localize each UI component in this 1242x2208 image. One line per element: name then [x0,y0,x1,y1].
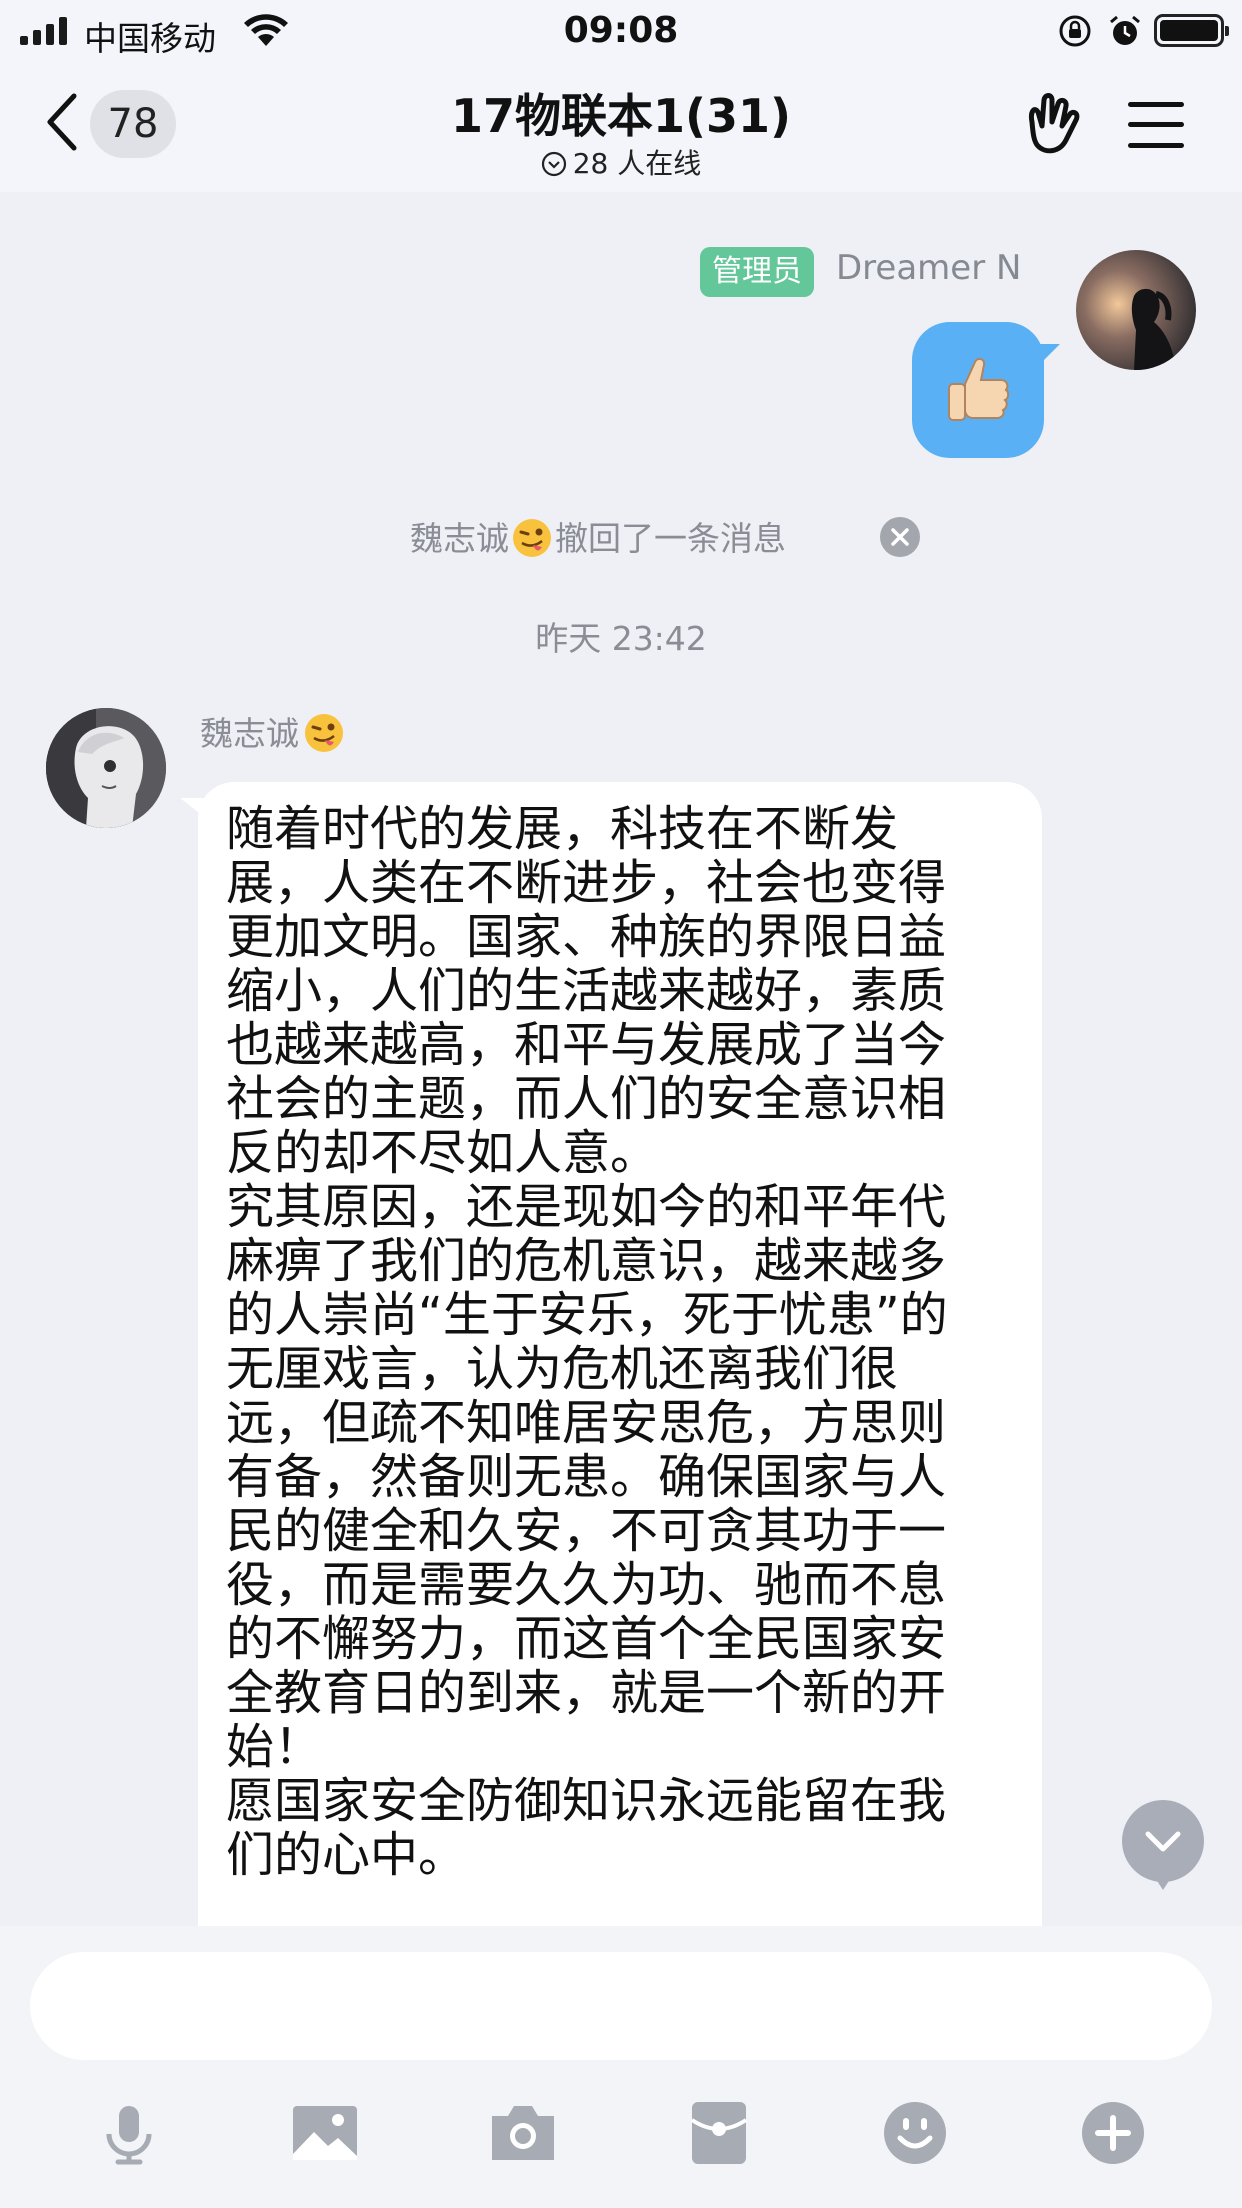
recall-user-name: 魏志诚 [410,519,509,558]
thumbs-up-emoji-icon [948,357,1010,421]
status-bar: 中国移动 09:08 [0,0,1242,62]
emoji-icon[interactable] [880,2098,950,2168]
message-timestamp: 昨天 23:42 [535,619,707,658]
close-icon[interactable] [880,517,920,557]
sender-name-text: 魏志诚 [200,714,299,753]
sender-name: Dreamer N [836,248,1022,288]
chevron-down-circle-icon [541,151,566,177]
image-icon[interactable] [290,2098,360,2168]
text-message-bubble[interactable]: 随着时代的发展，科技在不断发 展，人类在不断进步，社会也变得 更加文明。国家、种… [180,782,1042,1926]
battery-icon [1154,14,1229,47]
sender-name: 魏志诚 [200,707,345,755]
rotation-lock-icon [1059,15,1091,47]
sticker-message-bubble[interactable] [912,322,1060,458]
chat-header: 78 17物联本1(31) 28 人在线 [0,62,1242,192]
admin-badge: 管理员 [700,247,814,297]
recall-notice: 魏志诚 撤回了一条消息 [410,512,786,560]
plus-icon[interactable] [1078,2098,1148,2168]
recall-text: 撤回了一条消息 [555,519,786,558]
scroll-to-bottom-button[interactable] [1122,1800,1204,1890]
menu-icon[interactable] [1128,100,1184,150]
alarm-icon [1110,15,1140,45]
camera-icon[interactable] [488,2098,558,2168]
avatar[interactable] [46,708,166,828]
avatar[interactable] [1076,250,1196,370]
composer [0,1926,1242,2208]
microphone-icon[interactable] [94,2098,164,2168]
status-time: 09:08 [563,10,679,51]
message-text: 随着时代的发展，科技在不断发 展，人类在不断进步，社会也变得 更加文明。国家、种… [226,801,948,1883]
online-count-text: 28 人在线 [572,147,702,180]
message-input[interactable] [30,1952,1212,2060]
message-list[interactable]: 管理员 Dreamer N 魏志诚 撤回了一条消息 昨天 23:42 魏志诚 随… [0,192,1242,1926]
winking-tongue-emoji-icon [513,519,551,557]
red-packet-icon[interactable] [684,2098,754,2168]
hand-gesture-icon[interactable] [1022,92,1082,158]
winking-tongue-emoji-icon [305,714,343,752]
